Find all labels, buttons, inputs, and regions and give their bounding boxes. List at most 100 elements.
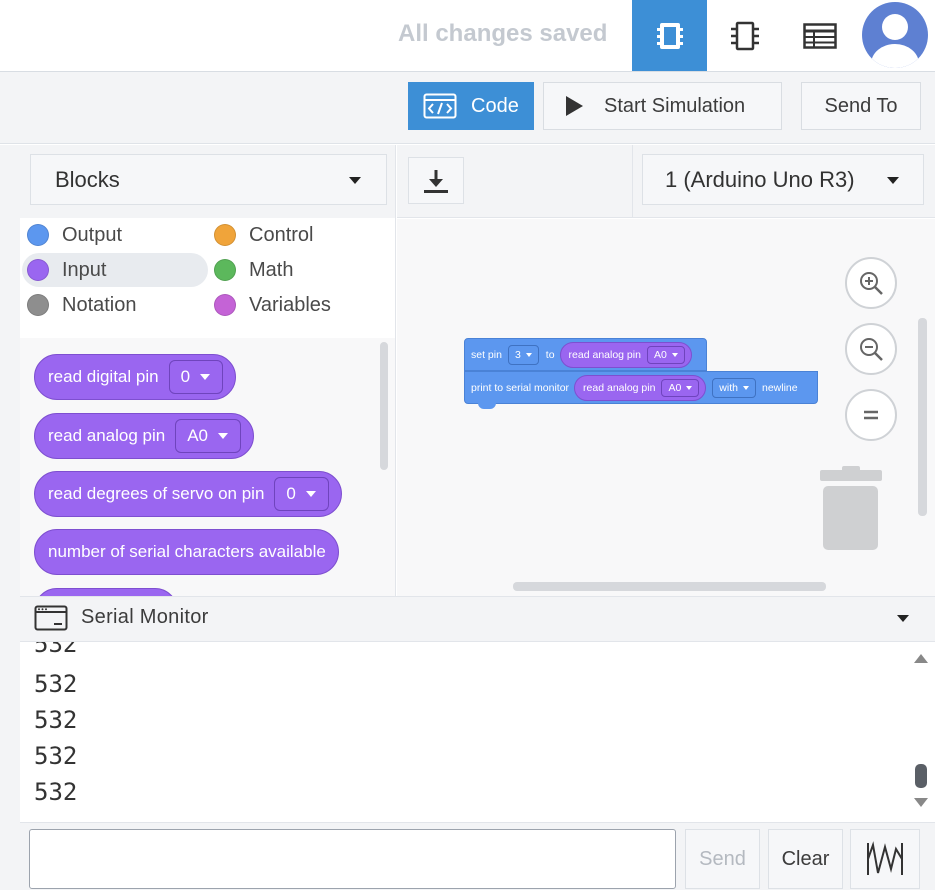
block-label: set pin: [471, 348, 502, 361]
caret-down-icon: [200, 374, 211, 380]
terminal-icon: [34, 605, 68, 631]
block-label: read analog pin: [568, 348, 641, 361]
category-math[interactable]: Math: [214, 254, 293, 286]
block-label: read digital pin: [48, 367, 159, 386]
category-input[interactable]: Input: [27, 254, 106, 286]
category-label: Input: [62, 258, 107, 281]
schematic-icon: [730, 21, 759, 50]
workspace-vertical-scrollbar[interactable]: [918, 318, 927, 516]
category-label: Control: [249, 223, 314, 246]
category-color-dot: [27, 294, 49, 316]
pin-value: 3: [514, 348, 521, 361]
equals-icon: [864, 410, 878, 420]
block-label: read analog pin: [48, 426, 166, 445]
zoom-out-icon: [860, 338, 883, 361]
scroll-up-arrow-icon[interactable]: [914, 654, 928, 663]
caret-down-icon: [305, 491, 316, 497]
block-read-analog-pin[interactable]: read analog pin A0: [34, 413, 255, 459]
block-print-serial[interactable]: print to serial monitor read analog pin …: [464, 371, 818, 404]
code-button[interactable]: Code: [408, 82, 534, 130]
category-variables[interactable]: Variables: [214, 289, 331, 321]
block-read-analog-pin[interactable]: read analog pin A0: [574, 374, 707, 401]
pin-value: 0: [286, 484, 296, 503]
download-code-button[interactable]: [408, 157, 464, 204]
pin-value: A0: [653, 348, 667, 361]
chevron-down-icon: [349, 177, 361, 184]
user-avatar[interactable]: [862, 2, 928, 68]
play-icon: [566, 96, 583, 116]
block-read-digital-pin[interactable]: read digital pin 0: [34, 354, 237, 400]
zoom-out-button[interactable]: [845, 323, 897, 375]
serial-output[interactable]: 532 532 532 532 532: [20, 642, 935, 822]
zoom-in-button[interactable]: [845, 257, 897, 309]
header-divider: [632, 145, 633, 218]
send-to-button[interactable]: Send To: [801, 82, 921, 130]
category-label: Variables: [249, 293, 331, 316]
code-button-label: Code: [471, 94, 519, 117]
palette-scrollbar[interactable]: [380, 342, 388, 470]
pin-dropdown[interactable]: A0: [646, 345, 685, 364]
serial-line: 532: [34, 706, 78, 734]
workspace-horizontal-scrollbar[interactable]: [513, 582, 826, 591]
category-color-dot: [214, 294, 236, 316]
block-set-pin[interactable]: set pin 3 to read analog pin A0: [464, 338, 707, 371]
newline-mode-dropdown[interactable]: with: [712, 377, 756, 398]
tab-code-view[interactable]: [632, 0, 707, 71]
category-color-dot: [214, 224, 236, 246]
chevron-down-icon[interactable]: [897, 615, 909, 622]
zoom-reset-button[interactable]: [845, 389, 897, 441]
block-read-servo-degrees[interactable]: read degrees of servo on pin 0: [34, 471, 342, 517]
user-icon: [871, 14, 919, 68]
serial-line: 532: [34, 670, 78, 698]
graph-button[interactable]: [850, 829, 920, 889]
component-list-icon: [802, 22, 837, 49]
caret-down-icon: [218, 433, 229, 439]
serial-line: 532: [34, 778, 78, 806]
block-label: number of serial characters available: [48, 542, 326, 561]
serial-scrollbar-thumb[interactable]: [915, 764, 927, 788]
pin-dropdown[interactable]: A0: [175, 419, 242, 453]
trash-icon[interactable]: [818, 466, 884, 552]
save-status: All changes saved: [398, 20, 608, 47]
block-label: to: [545, 348, 555, 361]
editor-mode-select[interactable]: Blocks: [30, 154, 387, 205]
scroll-down-arrow-icon[interactable]: [914, 798, 928, 807]
chevron-down-icon: [887, 177, 899, 184]
serial-line: 532: [34, 742, 78, 770]
category-control[interactable]: Control: [214, 219, 313, 251]
pin-value: 0: [180, 367, 191, 386]
tab-schematic[interactable]: [707, 0, 782, 71]
caret-down-icon: [686, 385, 693, 390]
download-icon: [424, 169, 448, 193]
mode-value: with: [719, 381, 738, 394]
pin-value: A0: [668, 381, 682, 394]
clear-button[interactable]: Clear: [768, 829, 843, 889]
category-color-dot: [27, 259, 49, 281]
serial-input[interactable]: [29, 829, 676, 889]
pin-dropdown[interactable]: 0: [274, 477, 329, 511]
block-label: print to serial monitor: [471, 381, 570, 394]
tab-component-list[interactable]: [782, 0, 857, 71]
code-editor-icon: [423, 93, 457, 119]
pin-dropdown[interactable]: A0: [661, 378, 700, 397]
send-button[interactable]: Send: [685, 829, 760, 889]
code-view-icon: [656, 22, 683, 49]
block-partially-visible[interactable]: [34, 588, 178, 596]
block-read-analog-pin[interactable]: read analog pin A0: [559, 341, 692, 368]
pin-dropdown[interactable]: 0: [168, 360, 224, 394]
category-label: Output: [62, 223, 123, 246]
category-label: Math: [249, 258, 294, 281]
pin-value: A0: [187, 426, 209, 445]
pin-dropdown[interactable]: 3: [507, 344, 539, 365]
zoom-in-icon: [860, 272, 883, 295]
graph-icon: [867, 841, 903, 875]
block-connector-notch: [478, 402, 496, 409]
start-simulation-button[interactable]: Start Simulation: [543, 82, 782, 130]
serial-monitor-title: Serial Monitor: [81, 606, 209, 628]
block-label: read degrees of servo on pin: [48, 484, 265, 503]
block-serial-characters-available[interactable]: number of serial characters available: [34, 529, 339, 575]
category-output[interactable]: Output: [27, 219, 122, 251]
category-notation[interactable]: Notation: [27, 289, 137, 321]
board-select[interactable]: 1 (Arduino Uno R3): [642, 154, 924, 205]
serial-line: 532: [34, 642, 78, 658]
